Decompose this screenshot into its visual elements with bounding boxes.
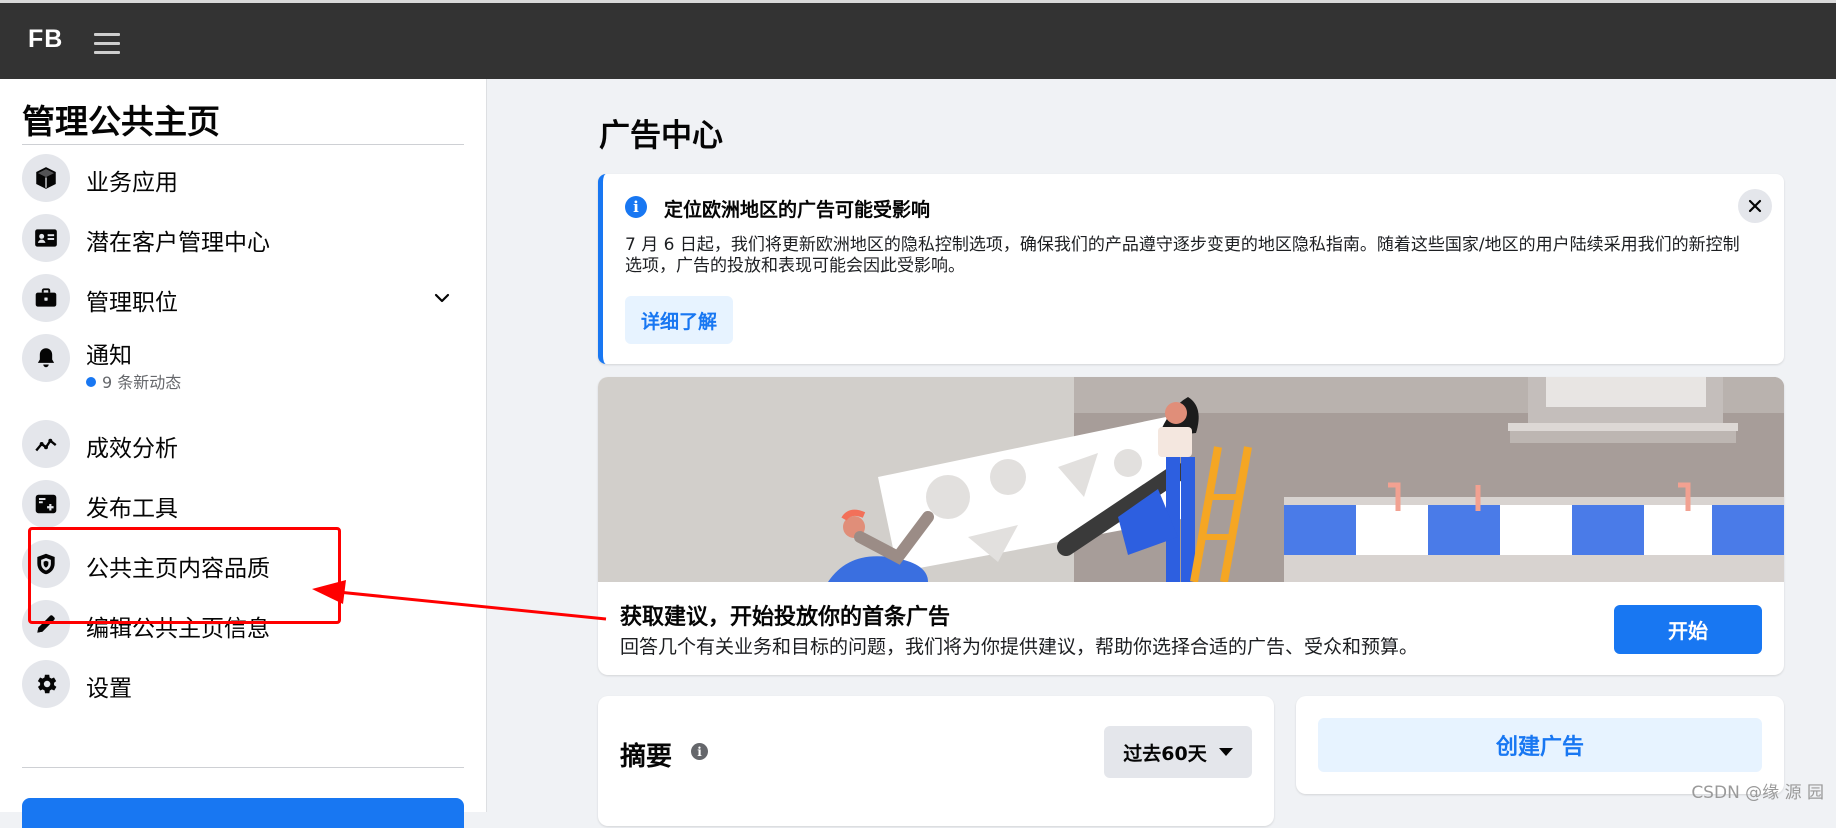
sidebar-item-label: 潜在客户管理中心 (86, 230, 270, 256)
sidebar-item-notifications[interactable]: 通知 9 条新动态 (22, 328, 472, 400)
summary-card: 摘要 i 过去60天 (598, 696, 1274, 826)
date-range-dropdown[interactable]: 过去60天 (1104, 726, 1252, 778)
start-button[interactable]: 开始 (1614, 605, 1762, 654)
watermark: CSDN @缘 源 园 (1691, 783, 1824, 803)
briefcase-icon (22, 274, 70, 322)
sidebar-item-label: 业务应用 (86, 170, 178, 196)
trend-chart-icon (22, 420, 70, 468)
cube-icon (22, 154, 70, 202)
notice-title: 定位欧洲地区的广告可能受影响 (664, 199, 931, 221)
annotation-highlight-box (28, 527, 341, 624)
sidebar-item-publishing-tools[interactable]: 发布工具 (22, 474, 472, 534)
hamburger-menu-icon[interactable] (94, 33, 120, 55)
chevron-down-icon[interactable] (432, 288, 452, 308)
notification-count-text: 9 条新动态 (102, 373, 182, 392)
sidebar-item-leads-center[interactable]: 潜在客户管理中心 (22, 208, 472, 268)
learn-more-button[interactable]: 详细了解 (625, 296, 734, 344)
promo-body: 回答几个有关业务和目标的问题，我们将为你提供建议，帮助你选择合适的广告、受众和预… (620, 636, 1419, 658)
publishing-tools-icon (22, 480, 70, 528)
unread-dot (86, 377, 96, 387)
contact-card-icon (22, 214, 70, 262)
summary-title: 摘要 (620, 742, 673, 772)
date-range-label: 过去60天 (1123, 742, 1207, 765)
sidebar: 管理公共主页 业务应用 潜在客户管理中心 管理职位 通知 9 条新动态 成效分析 (0, 79, 487, 828)
close-icon[interactable] (1738, 189, 1772, 223)
privacy-notice-card: i 定位欧洲地区的广告可能受影响 7 月 6 日起，我们将更新欧洲地区的隐私控制… (598, 174, 1784, 364)
sidebar-divider (22, 767, 464, 768)
page-title: 广告中心 (599, 118, 723, 154)
caret-down-icon (1218, 748, 1233, 756)
sidebar-item-label: 发布工具 (86, 496, 178, 522)
sidebar-item-label: 设置 (86, 676, 132, 702)
sidebar-item-label: 管理职位 (86, 290, 178, 316)
app-logo[interactable]: FB (28, 25, 63, 54)
sidebar-item-settings[interactable]: 设置 (22, 654, 472, 714)
sidebar-title: 管理公共主页 (22, 102, 220, 141)
sidebar-item-insights[interactable]: 成效分析 (22, 414, 472, 474)
info-icon: i (625, 196, 647, 218)
notice-body: 7 月 6 日起，我们将更新欧洲地区的隐私控制选项，确保我们的产品遵守逐步变更的… (625, 235, 1740, 276)
promo-illustration (598, 377, 1784, 582)
sidebar-primary-button[interactable] (22, 798, 464, 828)
sidebar-item-label: 成效分析 (86, 436, 178, 462)
gear-icon (22, 660, 70, 708)
sidebar-item-manage-roles[interactable]: 管理职位 (22, 268, 472, 328)
info-icon[interactable]: i (691, 743, 708, 760)
top-bar: FB (0, 0, 1836, 79)
sidebar-item-label: 通知 (86, 343, 132, 369)
bell-icon (22, 334, 70, 382)
create-ad-button[interactable]: 创建广告 (1318, 718, 1762, 772)
promo-title: 获取建议，开始投放你的首条广告 (620, 605, 951, 630)
notification-count: 9 条新动态 (86, 369, 181, 393)
sidebar-divider (22, 144, 464, 145)
sidebar-item-business-apps[interactable]: 业务应用 (22, 148, 472, 208)
first-ad-promo-card: 获取建议，开始投放你的首条广告 回答几个有关业务和目标的问题，我们将为你提供建议… (598, 377, 1784, 675)
